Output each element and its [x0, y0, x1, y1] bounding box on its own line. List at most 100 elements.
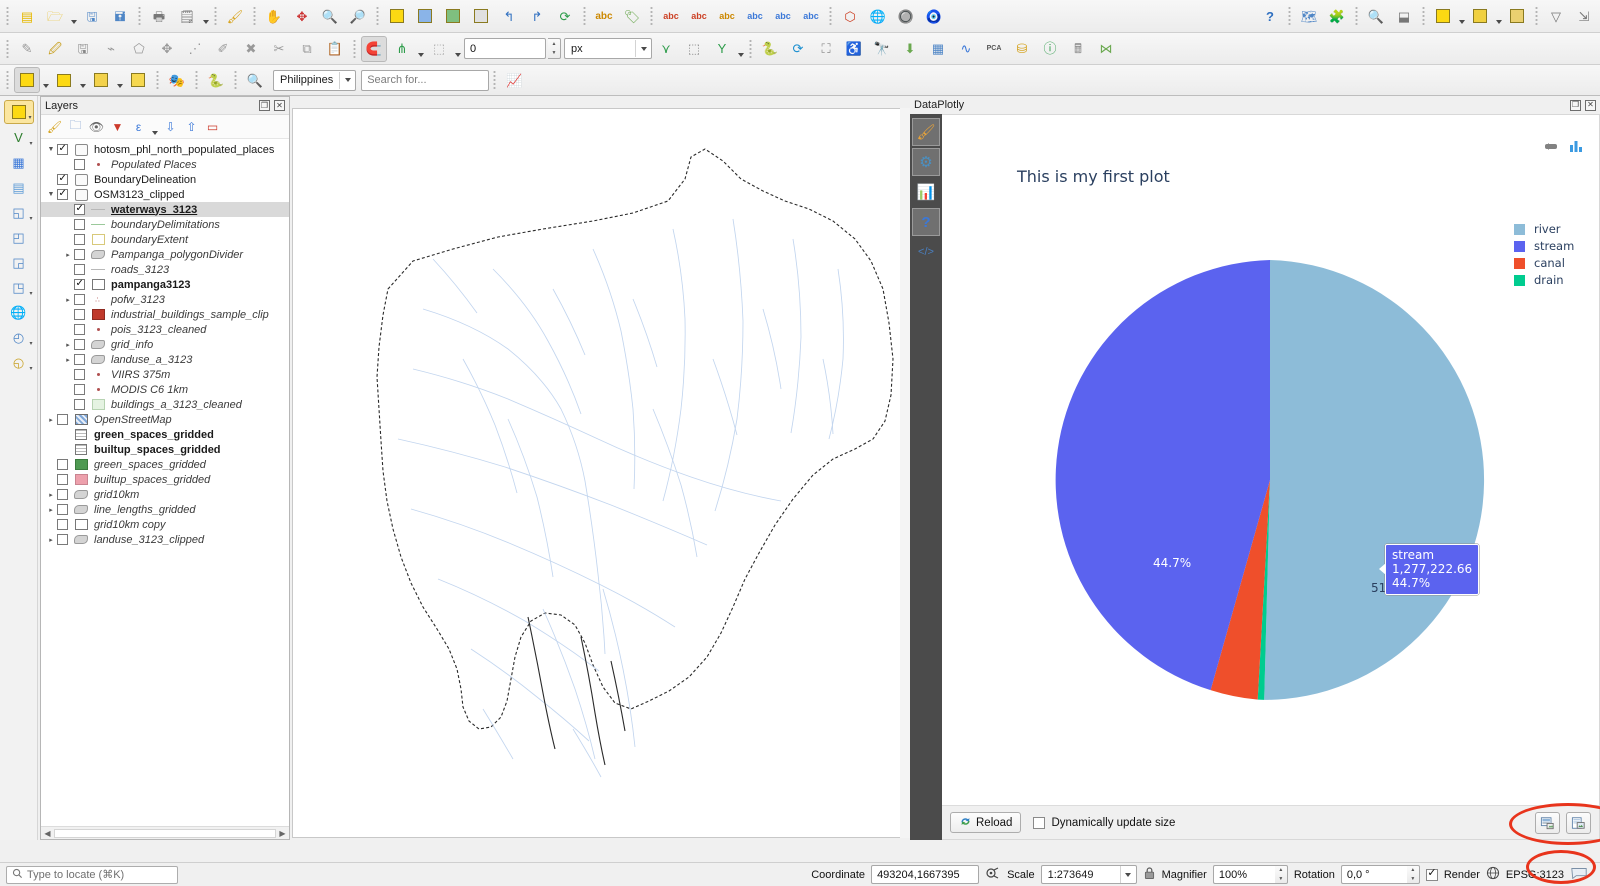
snapping-type-icon[interactable]: ⬚: [426, 36, 452, 62]
zoom-last-icon[interactable]: ↰: [496, 3, 522, 29]
add-wfs-layer-icon[interactable]: ◵▾: [4, 350, 34, 374]
place-search-input[interactable]: Search for...: [361, 70, 489, 91]
avoid-overlap-icon[interactable]: ⬚: [681, 36, 707, 62]
refresh-plugin-icon[interactable]: ⟳: [785, 36, 811, 62]
layer-tree-item[interactable]: ▸landuse_a_3123: [41, 352, 289, 367]
open-project-icon[interactable]: 🗁: [42, 3, 68, 29]
plotly-modebar[interactable]: [1543, 137, 1585, 155]
style-manager-icon[interactable]: 🖌: [222, 3, 248, 29]
database-plugin-icon[interactable]: ⛁: [1009, 36, 1035, 62]
layer-tree-item[interactable]: pois_3123_cleaned: [41, 322, 289, 337]
toggle-extents-icon[interactable]: [985, 866, 1001, 883]
layers-horizontal-scrollbar[interactable]: ◀ ▶: [41, 826, 289, 839]
scale-combo[interactable]: 1:273649: [1041, 865, 1137, 884]
scroll-track[interactable]: [54, 829, 276, 838]
move-label-icon[interactable]: abc: [742, 3, 768, 29]
paste-features-icon[interactable]: 📋: [322, 36, 348, 62]
add-layer-group-icon[interactable]: [1430, 3, 1456, 29]
tracing-dropdown[interactable]: [736, 37, 745, 61]
pie-slices[interactable]: [1046, 256, 1494, 704]
layer-expander[interactable]: ▸: [45, 416, 57, 424]
layer-tree-item[interactable]: boundaryDelimitations: [41, 217, 289, 232]
save-layer-edits-icon[interactable]: 🖫: [70, 36, 96, 62]
rotation-stepper[interactable]: ▲▼: [1407, 865, 1420, 884]
pan-to-selection-icon[interactable]: ✥: [289, 3, 315, 29]
legend-item[interactable]: drain: [1514, 272, 1574, 288]
add-wcs-layer-icon[interactable]: ◴▾: [4, 325, 34, 349]
text-annotation-icon[interactable]: abc: [591, 3, 617, 29]
layout-dropdown[interactable]: [201, 4, 210, 28]
layer-tree-item[interactable]: industrial_buildings_sample_clip: [41, 307, 289, 322]
layer-tree-item[interactable]: buildings_a_3123_cleaned: [41, 397, 289, 412]
layer-visibility-checkbox[interactable]: [57, 174, 68, 185]
layer-visibility-checkbox[interactable]: [74, 354, 85, 365]
layer-visibility-checkbox[interactable]: [57, 519, 68, 530]
layer-expander[interactable]: ▼: [45, 146, 57, 153]
layer-tree-item[interactable]: Populated Places: [41, 157, 289, 172]
rotate-label-icon[interactable]: abc: [770, 3, 796, 29]
coordinate-input[interactable]: 493204,1667395: [871, 865, 979, 884]
save-plot-as-image-icon[interactable]: [1535, 812, 1560, 834]
qgis-plugin-a-icon[interactable]: 🗺: [1296, 3, 1322, 29]
digitize-vertex-icon[interactable]: V▾: [4, 125, 34, 149]
layer-visibility-checkbox[interactable]: [74, 399, 85, 410]
render-checkbox[interactable]: ✓: [1426, 869, 1438, 881]
delete-selected-icon[interactable]: ✖: [238, 36, 264, 62]
layer-tree-item[interactable]: ▸∴pofw_3123: [41, 292, 289, 307]
expand-icon[interactable]: ⇲: [1571, 3, 1597, 29]
move-feature-icon[interactable]: ✥: [154, 36, 180, 62]
layer-tree-item[interactable]: MODIS C6 1km: [41, 382, 289, 397]
layer-tree-item[interactable]: roads_3123: [41, 262, 289, 277]
dynamic-update-size-checkbox[interactable]: [1033, 817, 1045, 829]
print-layout-icon[interactable]: 🖶: [146, 3, 172, 29]
layer-tree-item[interactable]: ▸landuse_3123_clipped: [41, 532, 289, 547]
layer-tree-item[interactable]: VIIRS 375m: [41, 367, 289, 382]
layer-visibility-checkbox[interactable]: [74, 324, 85, 335]
layer-expander[interactable]: ▸: [62, 251, 74, 259]
layer-tree-item[interactable]: grid10km copy: [41, 517, 289, 532]
layer-expander[interactable]: ▸: [62, 296, 74, 304]
layer-expander[interactable]: ▸: [45, 506, 57, 514]
plugin-manager-icon[interactable]: 🔘: [893, 3, 919, 29]
layer-visibility-checkbox[interactable]: [74, 249, 85, 260]
layer-visibility-checkbox[interactable]: [74, 384, 85, 395]
elevation-profile-icon[interactable]: 📈: [501, 67, 527, 93]
topological-editing-icon[interactable]: ⋎: [653, 36, 679, 62]
duplicate-layer-icon[interactable]: [1467, 3, 1493, 29]
magnifier-stepper[interactable]: ▲▼: [1275, 865, 1288, 884]
add-line-feature-icon[interactable]: ⌁: [98, 36, 124, 62]
zoom-native-icon[interactable]: [468, 3, 494, 29]
change-label-icon[interactable]: abc: [798, 3, 824, 29]
map-vertical-scrollbar[interactable]: [900, 108, 910, 838]
current-edits-icon[interactable]: ✎: [14, 36, 40, 62]
layer-visibility-checkbox[interactable]: [57, 534, 68, 545]
add-postgis-layer-icon[interactable]: ◰: [4, 225, 34, 249]
zoom-full-icon[interactable]: [384, 3, 410, 29]
snapping-mode-icon[interactable]: ⋔: [389, 36, 415, 62]
rotation-input[interactable]: 0,0 °: [1341, 865, 1407, 884]
filter-expression-dropdown[interactable]: [150, 115, 159, 139]
download-data-icon[interactable]: ⬇: [897, 36, 923, 62]
layer-tree-item[interactable]: ▸Pampanga_polygonDivider: [41, 247, 289, 262]
messages-log-icon[interactable]: [1570, 866, 1588, 883]
manage-map-themes-icon[interactable]: 👁: [87, 117, 106, 136]
reload-button[interactable]: Reload: [950, 812, 1021, 833]
pan-map-icon[interactable]: ✋: [261, 3, 287, 29]
copy-features-icon[interactable]: ⧉: [294, 36, 320, 62]
info-plugin-icon[interactable]: ⓘ: [1037, 36, 1063, 62]
osm-place-search-icon[interactable]: 🎭: [164, 67, 190, 93]
georeferencer-icon[interactable]: ⛶: [813, 36, 839, 62]
layer-visibility-checkbox[interactable]: [57, 414, 68, 425]
zoom-out-icon[interactable]: 🔎: [345, 3, 371, 29]
magnifier-input[interactable]: 100%: [1213, 865, 1275, 884]
layer-visibility-checkbox[interactable]: [74, 219, 85, 230]
select-features-dropdown[interactable]: [41, 68, 50, 92]
pin-label-icon[interactable]: abc: [686, 3, 712, 29]
layer-expander[interactable]: ▼: [45, 191, 57, 198]
map-canvas[interactable]: [292, 108, 908, 838]
layer-visibility-checkbox[interactable]: [57, 189, 68, 200]
label-layer-icon[interactable]: 🏷: [619, 3, 645, 29]
layer-tree-item[interactable]: ▼hotosm_phl_north_populated_places: [41, 142, 289, 157]
layer-visibility-checkbox[interactable]: [74, 279, 85, 290]
snapping-magnet-icon[interactable]: 🧲: [361, 36, 387, 62]
